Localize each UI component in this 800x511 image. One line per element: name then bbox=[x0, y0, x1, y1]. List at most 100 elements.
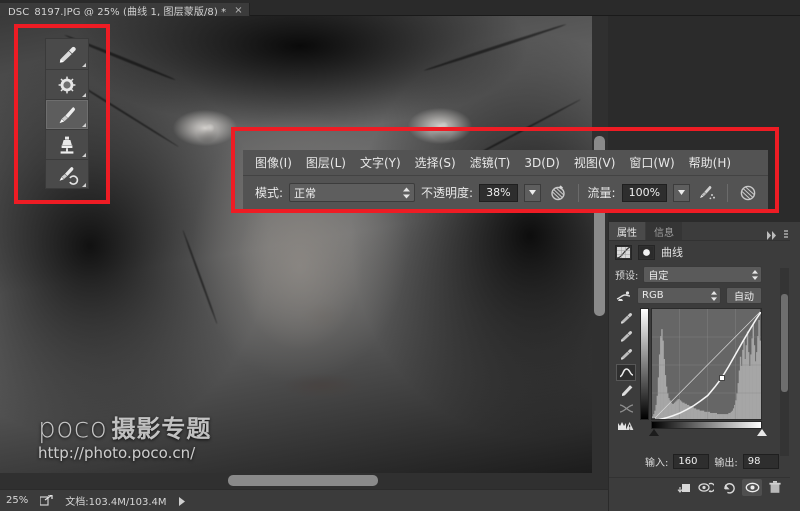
chevron-updown-icon[interactable] bbox=[752, 269, 759, 280]
tablet-pressure-size-icon[interactable] bbox=[737, 182, 759, 204]
output-value: 98 bbox=[747, 456, 761, 467]
curve-control-point[interactable] bbox=[718, 374, 725, 381]
tool-corner-arrow bbox=[82, 153, 86, 157]
blend-mode-select[interactable]: 正常 bbox=[289, 183, 416, 202]
tool-strip bbox=[45, 38, 89, 189]
eyedropper-tool[interactable] bbox=[46, 39, 88, 69]
preset-label: 预设: bbox=[615, 271, 639, 282]
menu-item-3d[interactable]: 3D(D) bbox=[524, 156, 559, 170]
chevron-updown-icon[interactable] bbox=[711, 290, 717, 301]
tab-info[interactable]: 信息 bbox=[646, 222, 682, 240]
black-input-slider[interactable] bbox=[649, 429, 659, 436]
menu-item-select[interactable]: 选择(S) bbox=[415, 154, 456, 171]
tab-properties[interactable]: 属性 bbox=[609, 222, 645, 240]
collapse-panel-icon[interactable] bbox=[766, 225, 778, 244]
output-label: 输出: bbox=[714, 458, 738, 469]
tool-corner-arrow bbox=[82, 183, 86, 187]
opacity-input[interactable]: 38% bbox=[479, 183, 518, 202]
white-input-slider[interactable] bbox=[757, 429, 767, 436]
properties-dock: 属性 信息 曲线 预设: 自定 RGB 自动 输入: 160 输出: 98 bbox=[608, 222, 800, 511]
curve-graph[interactable] bbox=[651, 308, 762, 420]
options-divider bbox=[727, 183, 729, 202]
panel-title: 曲线 bbox=[661, 246, 683, 259]
canvas-horizontal-scrollbar[interactable] bbox=[0, 473, 608, 489]
tool-corner-arrow bbox=[82, 63, 86, 67]
channel-select[interactable]: RGB bbox=[637, 287, 721, 304]
input-output-row: 输入: 160 输出: 98 bbox=[645, 454, 779, 469]
dock-edge-strip bbox=[790, 222, 800, 511]
clip-to-layer-button[interactable] bbox=[673, 479, 693, 496]
toggle-visibility-button[interactable] bbox=[742, 479, 762, 496]
document-tab-bar: DSC_8197.JPG @ 25% (曲线 1, 图层蒙版/8) * × bbox=[0, 0, 800, 19]
white-point-eyedropper-icon[interactable] bbox=[616, 346, 636, 363]
opacity-label: 不透明度: bbox=[421, 186, 474, 200]
curve-control-point[interactable] bbox=[652, 418, 655, 419]
reset-adjustment-button[interactable] bbox=[719, 479, 739, 496]
menu-item-view[interactable]: 视图(V) bbox=[574, 154, 616, 171]
tablet-pressure-opacity-icon[interactable] bbox=[547, 182, 569, 204]
menu-item-image[interactable]: 图像(I) bbox=[255, 154, 292, 171]
menu-bar: 图像(I) 图层(L) 文字(Y) 选择(S) 滤镜(T) 3D(D) 视图(V… bbox=[243, 150, 768, 176]
panel-footer bbox=[609, 477, 800, 497]
layer-mask-thumbnail-icon[interactable] bbox=[638, 244, 655, 260]
airbrush-icon[interactable] bbox=[696, 182, 718, 204]
options-divider bbox=[577, 183, 579, 202]
smooth-curve-icon[interactable] bbox=[616, 400, 636, 417]
tab-info-label: 信息 bbox=[654, 227, 674, 239]
preset-row: 预设: 自定 bbox=[615, 266, 786, 283]
mode-label: 模式: bbox=[255, 186, 284, 200]
canvas-horizontal-scrollbar-thumb[interactable] bbox=[228, 475, 378, 486]
toggle-previous-state-button[interactable] bbox=[696, 479, 716, 496]
menu-item-help[interactable]: 帮助(H) bbox=[689, 154, 731, 171]
input-label: 输入: bbox=[645, 458, 669, 469]
brush-tool[interactable] bbox=[46, 99, 88, 129]
status-bar: 25% 文档:103.4M/103.4M bbox=[0, 489, 608, 511]
flow-value: 100% bbox=[628, 186, 661, 199]
panel-tab-bar: 属性 信息 bbox=[609, 222, 800, 241]
close-icon[interactable]: × bbox=[234, 5, 242, 16]
blend-mode-value: 正常 bbox=[294, 186, 317, 200]
share-icon[interactable] bbox=[39, 491, 53, 510]
status-menu-arrow-icon[interactable] bbox=[178, 491, 186, 510]
auto-button-label: 自动 bbox=[734, 292, 754, 303]
pencil-draw-curve-icon[interactable] bbox=[616, 382, 636, 399]
zoom-level[interactable]: 25% bbox=[6, 495, 28, 506]
menu-item-type[interactable]: 文字(Y) bbox=[360, 154, 401, 171]
black-point-eyedropper-icon[interactable] bbox=[616, 310, 636, 327]
panel-body: 预设: 自定 RGB 自动 bbox=[609, 263, 800, 436]
flow-slider-toggle[interactable] bbox=[673, 183, 691, 202]
flow-input[interactable]: 100% bbox=[621, 183, 668, 202]
input-value-box[interactable]: 160 bbox=[673, 454, 710, 469]
chevron-down-icon bbox=[678, 190, 686, 195]
chevron-updown-icon[interactable] bbox=[403, 187, 411, 198]
auto-button[interactable]: 自动 bbox=[726, 287, 762, 304]
clipping-warning-icon[interactable] bbox=[616, 418, 636, 435]
panel-vertical-scrollbar[interactable] bbox=[780, 268, 789, 456]
curve-edit-icon[interactable] bbox=[616, 364, 636, 381]
curves-adjustment-icon bbox=[615, 244, 632, 260]
curve-editor bbox=[615, 308, 786, 436]
canvas-vertical-scrollbar[interactable] bbox=[592, 16, 608, 473]
panel-vertical-scrollbar-thumb[interactable] bbox=[781, 294, 788, 392]
curve-control-point[interactable] bbox=[760, 309, 761, 312]
clone-stamp-tool[interactable] bbox=[46, 129, 88, 159]
menu-item-filter[interactable]: 滤镜(T) bbox=[470, 154, 511, 171]
curve-tool-strip bbox=[615, 308, 637, 435]
menu-item-layer[interactable]: 图层(L) bbox=[306, 154, 346, 171]
preset-select[interactable]: 自定 bbox=[643, 266, 763, 283]
output-value-box[interactable]: 98 bbox=[742, 454, 779, 469]
spot-healing-brush-tool[interactable] bbox=[46, 69, 88, 99]
history-brush-tool[interactable] bbox=[46, 159, 88, 189]
delete-adjustment-button[interactable] bbox=[765, 479, 785, 496]
gray-point-eyedropper-icon[interactable] bbox=[616, 328, 636, 345]
input-value: 160 bbox=[678, 456, 698, 467]
photoshop-window: DSC_8197.JPG @ 25% (曲线 1, 图层蒙版/8) * × po… bbox=[0, 0, 800, 511]
panel-header: 曲线 bbox=[609, 241, 800, 263]
output-gradient-bar bbox=[640, 308, 649, 420]
menu-item-window[interactable]: 窗口(W) bbox=[629, 154, 674, 171]
opacity-slider-toggle[interactable] bbox=[523, 183, 541, 202]
tab-properties-label: 属性 bbox=[617, 227, 637, 239]
on-image-adjust-icon[interactable] bbox=[615, 288, 632, 303]
options-bar: 模式: 正常 不透明度: 38% 流量: 100% bbox=[243, 176, 768, 209]
tool-corner-arrow bbox=[82, 93, 86, 97]
